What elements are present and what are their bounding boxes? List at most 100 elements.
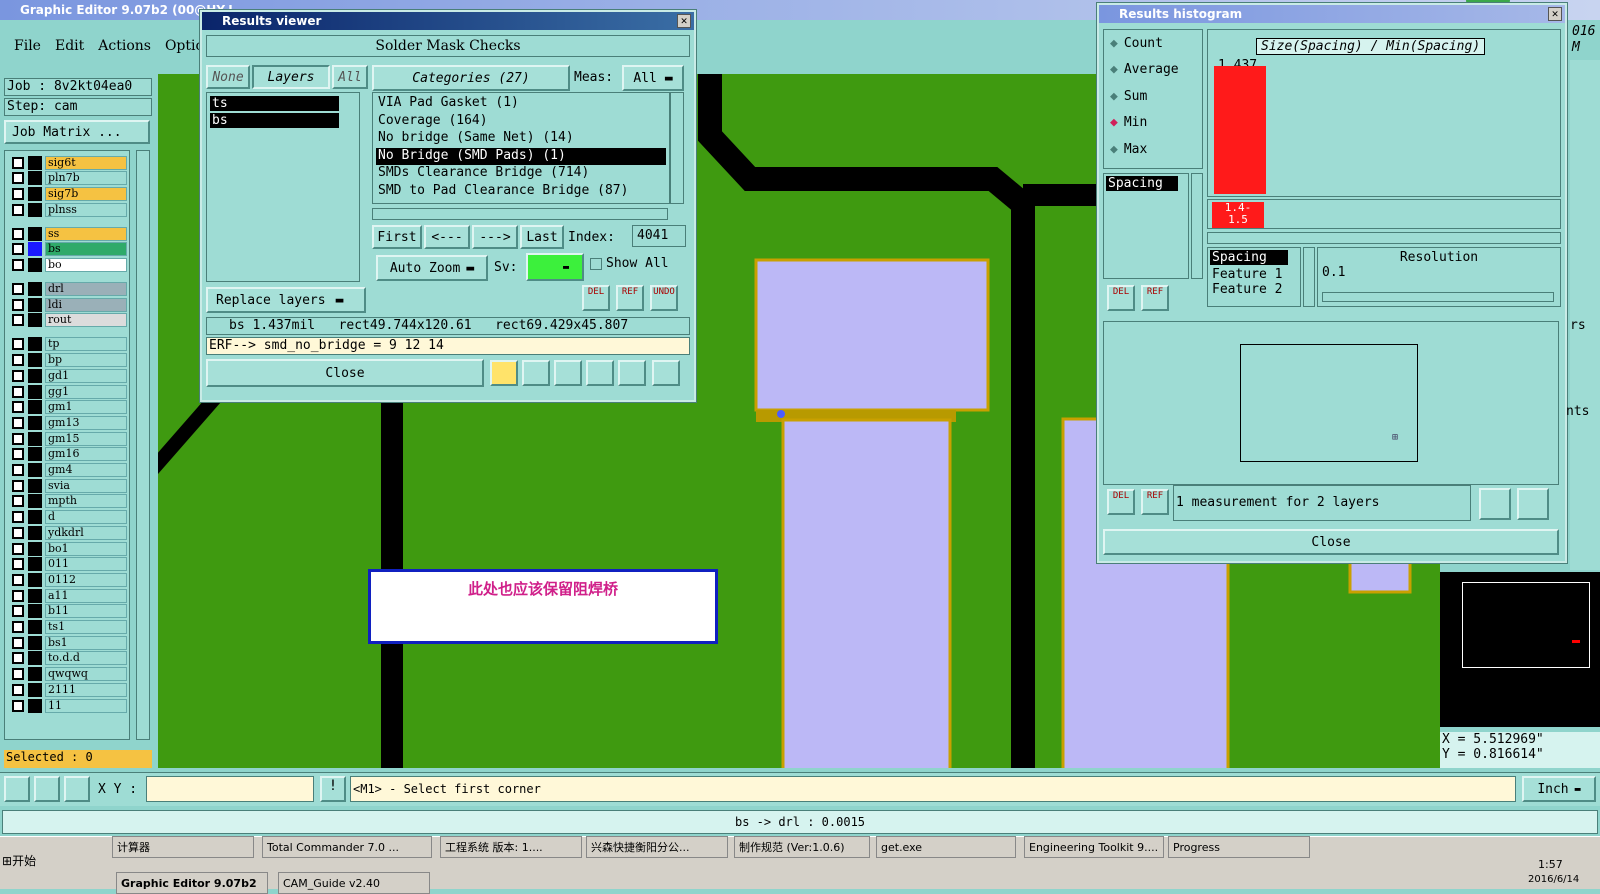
row-feature-1[interactable]: Feature 1 [1210,267,1298,282]
export-icon[interactable] [522,360,550,386]
layer-checkbox[interactable] [12,187,24,200]
layer-checkbox[interactable] [12,203,24,216]
flag-icon[interactable] [490,360,518,386]
table-scrollbar[interactable] [1303,247,1315,307]
layer-checkbox[interactable] [12,636,24,649]
sv-color-select[interactable]: ▬ [526,253,584,281]
count-icon[interactable] [586,360,614,386]
category-item[interactable]: SMD to Pad Clearance Bridge (87) [376,183,666,201]
layer-checkbox[interactable] [12,385,24,398]
menu-item[interactable]: File [14,38,41,54]
report-icon[interactable] [618,360,646,386]
taskbar-item[interactable]: CAM_Guide v2.40 [278,872,430,894]
layer-checkbox[interactable] [12,401,24,414]
category-list-scrollbar[interactable] [670,92,684,204]
layer-row[interactable]: to.d.d [12,651,127,666]
layer-checkbox[interactable] [12,338,24,351]
row-feature-2[interactable]: Feature 2 [1210,282,1298,297]
layer-row[interactable]: sig6t [12,155,127,170]
layer-row[interactable]: gm4 [12,463,127,478]
layer-checkbox[interactable] [12,573,24,586]
layer-row[interactable]: svia [12,478,127,493]
ref-button[interactable]: REF [1141,285,1169,311]
layer-checkbox[interactable] [12,495,24,508]
menu-item[interactable]: Actions [98,38,151,54]
taskbar-item[interactable]: 计算器 [112,836,254,858]
layers-button[interactable]: Layers [252,65,330,89]
layer-checkbox[interactable] [12,227,24,240]
layer-checkbox[interactable] [12,283,24,295]
option-min[interactable]: ◆ Min [1104,110,1202,137]
layer-row[interactable]: ss [12,226,127,241]
layer-row[interactable]: 0112 [12,572,127,587]
next-button[interactable]: ---> [472,225,518,249]
layer-checkbox[interactable] [12,156,24,169]
layer-checkbox[interactable] [12,432,24,445]
taskbar-item[interactable]: get.exe [876,836,1016,858]
taskbar-item[interactable]: 兴森快捷衡阳分公... [586,836,728,858]
histogram-hscrollbar[interactable] [1207,232,1561,244]
layer-row[interactable]: drl [12,282,127,297]
option-sum[interactable]: ◆ Sum [1104,83,1202,110]
warning-icon[interactable]: ! [320,776,346,802]
layer-checkbox[interactable] [12,298,24,311]
units-select[interactable]: Inch ▬ [1522,776,1596,802]
layer-row[interactable]: tp [12,337,127,352]
xy-input[interactable] [146,776,314,802]
taskbar-item[interactable]: 工程系统 版本: 1.... [440,836,582,858]
job-matrix-button[interactable]: Job Matrix ... [4,120,150,144]
prev-button[interactable]: <--- [424,225,470,249]
taskbar-item[interactable]: Progress [1168,836,1310,858]
measure-icon[interactable] [34,776,60,802]
close-icon[interactable]: ✕ [1548,7,1562,21]
category-item[interactable]: Coverage (164) [376,113,666,131]
categories-button[interactable]: Categories (27) [372,65,570,91]
layer-checkbox[interactable] [12,542,24,555]
layer-row[interactable]: gm13 [12,415,127,430]
layer-checkbox[interactable] [12,354,24,367]
layer-row[interactable]: mpth [12,494,127,509]
layer-checkbox[interactable] [12,511,24,524]
layer-checkbox[interactable] [12,172,24,185]
ref-button[interactable]: REF [616,285,644,311]
taskbar-item[interactable]: Graphic Editor 9.07b2 [116,872,268,894]
layer-list-scrollbar[interactable] [136,150,150,740]
layer-row[interactable]: 11 [12,698,127,713]
del-button-2[interactable]: DEL [1107,489,1135,515]
layer-checkbox[interactable] [12,369,24,382]
layer-row[interactable]: gm16 [12,447,127,462]
menu-item[interactable]: Edit [55,38,84,54]
ref-button-2[interactable]: REF [1141,489,1169,515]
start-button[interactable]: ⊞开始 [2,852,48,872]
layer-checkbox[interactable] [12,314,24,327]
results-viewer-titlebar[interactable]: Results viewer [202,12,694,30]
layer-checkbox[interactable] [12,479,24,492]
layer-row[interactable]: gg1 [12,384,127,399]
undo-button[interactable]: UNDO [650,285,678,311]
bin-label[interactable]: 1.4- 1.5 [1212,202,1264,228]
close-icon[interactable]: ✕ [677,14,691,28]
category-item[interactable]: No Bridge (SMD Pads) (1) [376,147,666,166]
layer-checkbox[interactable] [12,526,24,539]
layer-checkbox[interactable] [12,589,24,602]
first-button[interactable]: First [372,225,422,249]
layer-checkbox[interactable] [12,605,24,618]
zoom-fit-icon[interactable] [1479,488,1511,520]
layer-checkbox[interactable] [12,243,24,256]
erf-disable-icon[interactable] [554,360,582,386]
histogram-close-button[interactable]: Close [1103,529,1559,555]
category-item[interactable]: No bridge (Same Net) (14) [376,130,666,148]
layer-row[interactable]: bs1 [12,635,127,650]
histogram-titlebar[interactable]: Results histogram [1099,5,1565,23]
layer-checkbox[interactable] [12,668,24,681]
replace-layers-button[interactable]: Replace layers ▬ [206,287,366,313]
layer-row[interactable]: ydkdrl [12,525,127,540]
layer-row[interactable]: qwqwq [12,667,127,682]
index-input[interactable]: 4041 [632,225,686,247]
auto-zoom-button[interactable]: Auto Zoom ▬ [376,255,488,281]
layer-row[interactable]: pln7b [12,171,127,186]
show-all-checkbox[interactable] [590,258,602,270]
option-max[interactable]: ◆ Max [1104,136,1202,163]
menu-item[interactable]: Optio [165,38,204,54]
layer-checkbox[interactable] [12,416,24,429]
